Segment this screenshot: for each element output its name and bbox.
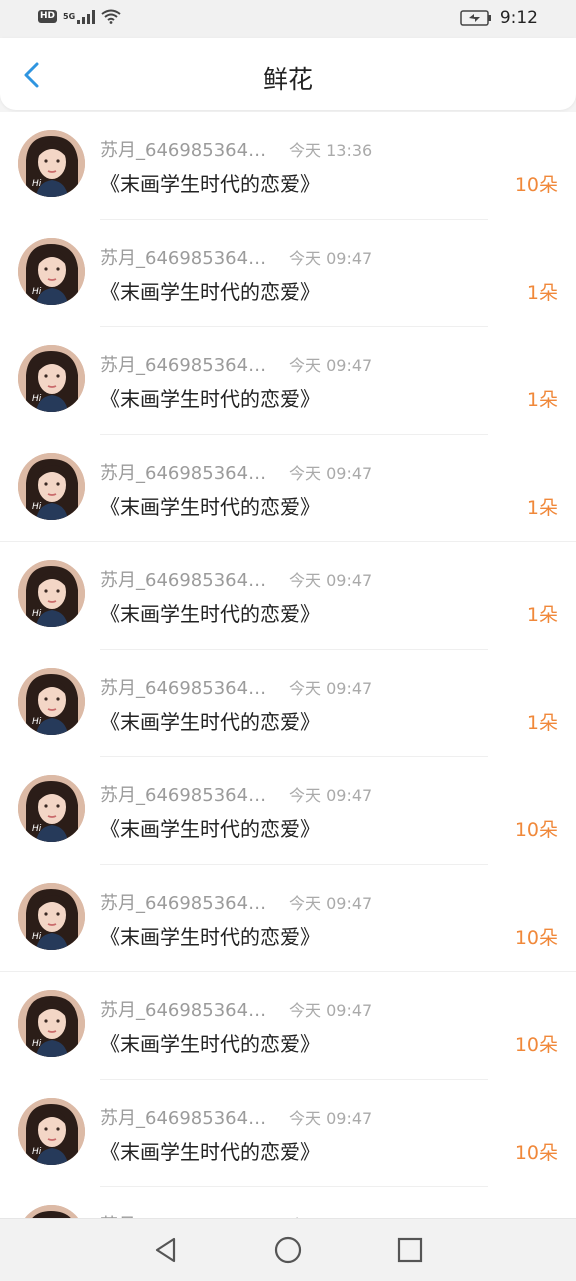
sender-name: 苏月_6469853647… <box>100 355 272 376</box>
send-time: 今天 09:47 <box>289 893 373 913</box>
book-title: 《末画学生时代的恋爱》 <box>100 709 320 734</box>
page-header: 鲜花 <box>0 38 576 110</box>
svg-text:Hi: Hi <box>32 287 42 297</box>
status-bar: HD 5G 9:12 <box>0 0 576 38</box>
flower-list[interactable]: Hi 苏月_6469853647… 今天 13:36 《末画学生时代的恋爱》 1… <box>0 112 576 1218</box>
flower-count: 1朵 <box>526 711 558 734</box>
avatar[interactable]: Hi <box>18 775 85 842</box>
avatar[interactable]: Hi <box>18 345 85 412</box>
book-title: 《末画学生时代的恋爱》 <box>100 602 320 626</box>
flower-count: 10朵 <box>514 926 558 949</box>
nav-home-button[interactable] <box>272 1234 304 1266</box>
sender-name: 苏月_6469853647… <box>100 892 272 914</box>
wifi-icon <box>101 9 121 24</box>
send-time: 今天 09:47 <box>289 571 373 590</box>
book-title: 《末画学生时代的恋爱》 <box>100 279 320 304</box>
sender-name: 苏月_6469853647… <box>100 140 272 161</box>
avatar[interactable]: Hi <box>18 1097 85 1165</box>
sender-name: 苏月_6469853647… <box>100 570 272 591</box>
svg-text:Hi: Hi <box>32 932 42 942</box>
list-item[interactable]: Hi 苏月_6469853647… 今天 09:47 《末画学生时代的恋爱》 1… <box>0 650 576 758</box>
list-item[interactable]: Hi 苏月_6469853647… 今天 09:47 《末画学生时代的恋爱》 <box>0 1187 576 1218</box>
nav-recent-button[interactable] <box>394 1234 426 1266</box>
avatar[interactable]: Hi <box>18 130 85 197</box>
svg-text:Hi: Hi <box>32 502 42 512</box>
sender-name: 苏月_6469853647… <box>100 1000 272 1021</box>
sender-name: 苏月_6469853647… <box>100 785 272 806</box>
avatar[interactable]: Hi <box>18 560 85 627</box>
flower-count: 1朵 <box>526 281 558 304</box>
sender-name: 苏月_6469853647… <box>100 247 272 269</box>
svg-text:Hi: Hi <box>32 824 42 834</box>
clock-time: 9:12 <box>499 8 538 28</box>
avatar[interactable]: Hi <box>18 882 85 950</box>
book-title: 《末画学生时代的恋爱》 <box>100 924 320 949</box>
flower-count: 10朵 <box>514 1034 558 1056</box>
battery-icon <box>460 10 491 26</box>
list-item[interactable]: Hi 苏月_6469853647… 今天 09:47 《末画学生时代的恋爱》 1… <box>0 757 576 865</box>
status-left: HD 5G <box>38 9 121 24</box>
avatar[interactable]: Hi <box>18 237 85 305</box>
flower-count: 1朵 <box>526 604 558 626</box>
list-item[interactable]: Hi 苏月_6469853647… 今天 09:47 《末画学生时代的恋爱》 1… <box>0 1080 576 1188</box>
circle-home-icon <box>274 1236 302 1264</box>
svg-text:Hi: Hi <box>32 1039 42 1049</box>
list-item[interactable]: Hi 苏月_6469853647… 今天 09:47 《末画学生时代的恋爱》 1… <box>0 327 576 435</box>
nav-back-button[interactable] <box>150 1234 182 1266</box>
book-title: 《末画学生时代的恋爱》 <box>100 494 320 519</box>
svg-text:Hi: Hi <box>32 179 42 189</box>
list-item[interactable]: Hi 苏月_6469853647… 今天 13:36 《末画学生时代的恋爱》 1… <box>0 112 576 220</box>
navigation-bar <box>0 1218 576 1281</box>
book-title: 《末画学生时代的恋爱》 <box>100 172 320 196</box>
send-time: 今天 09:47 <box>289 248 373 268</box>
svg-text:Hi: Hi <box>32 394 42 404</box>
signal-icon <box>77 9 96 24</box>
flower-count: 10朵 <box>514 819 558 841</box>
network-type-label: 5G <box>63 12 76 21</box>
avatar[interactable]: Hi <box>18 1205 85 1218</box>
send-time: 今天 09:47 <box>289 463 373 483</box>
hd-badge: HD <box>38 10 58 23</box>
list-item[interactable]: Hi 苏月_6469853647… 今天 09:47 《末画学生时代的恋爱》 1… <box>0 220 576 328</box>
list-item[interactable]: Hi 苏月_6469853647… 今天 09:47 《末画学生时代的恋爱》 1… <box>0 435 576 543</box>
flower-count: 10朵 <box>514 1141 558 1164</box>
sender-name: 苏月_6469853647… <box>100 677 272 699</box>
status-right: 9:12 <box>460 8 538 28</box>
sender-name: 苏月_6469853647… <box>100 1211 272 1218</box>
book-title: 《末画学生时代的恋爱》 <box>100 1032 320 1056</box>
send-time: 今天 09:47 <box>289 1108 373 1128</box>
book-title: 《末画学生时代的恋爱》 <box>100 817 320 841</box>
triangle-back-icon <box>155 1237 176 1263</box>
sender-name: 苏月_6469853647… <box>100 462 272 484</box>
list-item[interactable]: Hi 苏月_6469853647… 今天 09:47 《末画学生时代的恋爱》 1… <box>0 865 576 973</box>
list-item[interactable]: Hi 苏月_6469853647… 今天 09:47 《末画学生时代的恋爱》 1… <box>0 972 576 1080</box>
avatar[interactable]: Hi <box>18 667 85 735</box>
svg-text:Hi: Hi <box>32 1147 42 1157</box>
send-time: 今天 09:47 <box>289 678 373 698</box>
send-time: 今天 09:47 <box>289 1001 373 1020</box>
book-title: 《末画学生时代的恋爱》 <box>100 387 320 411</box>
flower-count: 1朵 <box>526 496 558 519</box>
list-item[interactable]: Hi 苏月_6469853647… 今天 09:47 《末画学生时代的恋爱》 1… <box>0 542 576 650</box>
book-title: 《末画学生时代的恋爱》 <box>100 1139 320 1164</box>
avatar[interactable]: Hi <box>18 452 85 520</box>
flower-count: 10朵 <box>514 174 558 196</box>
page-title: 鲜花 <box>262 65 313 94</box>
svg-text:Hi: Hi <box>32 609 42 619</box>
svg-text:Hi: Hi <box>32 717 42 727</box>
send-time: 今天 09:47 <box>289 786 373 805</box>
square-recent-icon <box>397 1237 423 1263</box>
send-time: 今天 13:36 <box>289 141 373 160</box>
send-time: 今天 09:47 <box>289 356 373 375</box>
flower-count: 1朵 <box>526 389 558 411</box>
avatar[interactable]: Hi <box>18 990 85 1057</box>
sender-name: 苏月_6469853647… <box>100 1107 272 1129</box>
